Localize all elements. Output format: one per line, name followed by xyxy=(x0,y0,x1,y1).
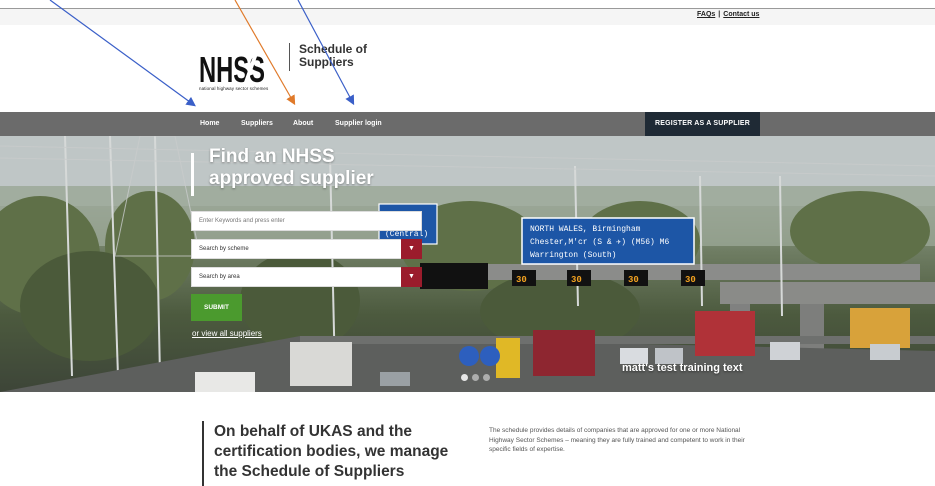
nav-home[interactable]: Home xyxy=(200,120,219,127)
speed-sign-4: 30 xyxy=(685,275,696,285)
carousel-dots xyxy=(461,368,494,386)
carousel-dot-3[interactable] xyxy=(483,374,490,381)
area-select[interactable]: Search by area ▼ xyxy=(191,267,422,287)
faqs-link[interactable]: FAQs xyxy=(697,11,715,18)
about-heading-bar xyxy=(202,421,204,486)
top-links-separator: | xyxy=(718,11,721,18)
logo-divider xyxy=(289,43,290,71)
top-strip xyxy=(0,9,935,25)
about-description: The schedule provides details of compani… xyxy=(489,427,745,453)
sign-line1: NORTH WALES, Birmingham xyxy=(530,225,641,234)
speed-sign-1: 30 xyxy=(516,275,527,285)
about-heading-line3: the Schedule of Suppliers xyxy=(214,463,405,480)
sign-line3: Warrington (South) xyxy=(530,251,616,260)
hero-banner: NORTH WALES, Birmingham Chester,M'cr (S … xyxy=(0,136,935,392)
about-heading-line1: On behalf of UKAS and the xyxy=(214,423,413,440)
keyword-search-input[interactable]: Enter Keywords and press enter xyxy=(191,211,422,231)
nav-supplier-login[interactable]: Supplier login xyxy=(335,120,382,127)
speed-sign-3: 30 xyxy=(628,275,639,285)
about-heading: On behalf of UKAS and the certification … xyxy=(214,422,474,482)
hero-title-line1: Find an NHSS xyxy=(209,146,335,167)
scheme-select[interactable]: Search by scheme ▼ xyxy=(191,239,422,259)
page: FAQs | Contact us NHSS national highway se… xyxy=(0,0,935,486)
chevron-down-icon[interactable]: ▼ xyxy=(401,267,422,287)
motorway-photo: NORTH WALES, Birmingham Chester,M'cr (S … xyxy=(0,136,935,392)
hero-title-bar xyxy=(191,153,194,196)
submit-button[interactable]: SUBMIT xyxy=(191,294,242,321)
sign-line2: Chester,M'cr (S & ✈) (M56) M6 xyxy=(530,238,669,247)
carousel-dot-2[interactable] xyxy=(472,374,479,381)
site-title: Schedule of Suppliers xyxy=(299,43,367,69)
view-all-suppliers-link[interactable]: or view all suppliers xyxy=(192,329,262,338)
sign-small: (Central) xyxy=(385,230,428,239)
contact-link[interactable]: Contact us xyxy=(723,11,759,18)
main-nav: Home Suppliers About Supplier login xyxy=(0,112,935,136)
hero-title-line2: approved supplier xyxy=(209,168,374,189)
chevron-down-icon[interactable]: ▼ xyxy=(401,239,422,259)
slide-caption: matt's test training text xyxy=(622,362,743,374)
register-supplier-button[interactable]: REGISTER AS A SUPPLIER xyxy=(645,112,760,136)
nav-suppliers[interactable]: Suppliers xyxy=(241,120,273,127)
area-select-value: Search by area xyxy=(199,274,240,280)
logo-subtitle: national highway sector schemes xyxy=(199,86,269,91)
speed-sign-2: 30 xyxy=(571,275,582,285)
nav-about[interactable]: About xyxy=(293,120,313,127)
top-links: FAQs | Contact us xyxy=(697,11,759,18)
hero-title: Find an NHSS approved supplier xyxy=(209,146,429,190)
carousel-dot-1[interactable] xyxy=(461,374,468,381)
about-heading-line2: certification bodies, we manage xyxy=(214,443,449,460)
site-title-line2: Suppliers xyxy=(299,55,354,69)
scheme-select-value: Search by scheme xyxy=(199,246,249,252)
